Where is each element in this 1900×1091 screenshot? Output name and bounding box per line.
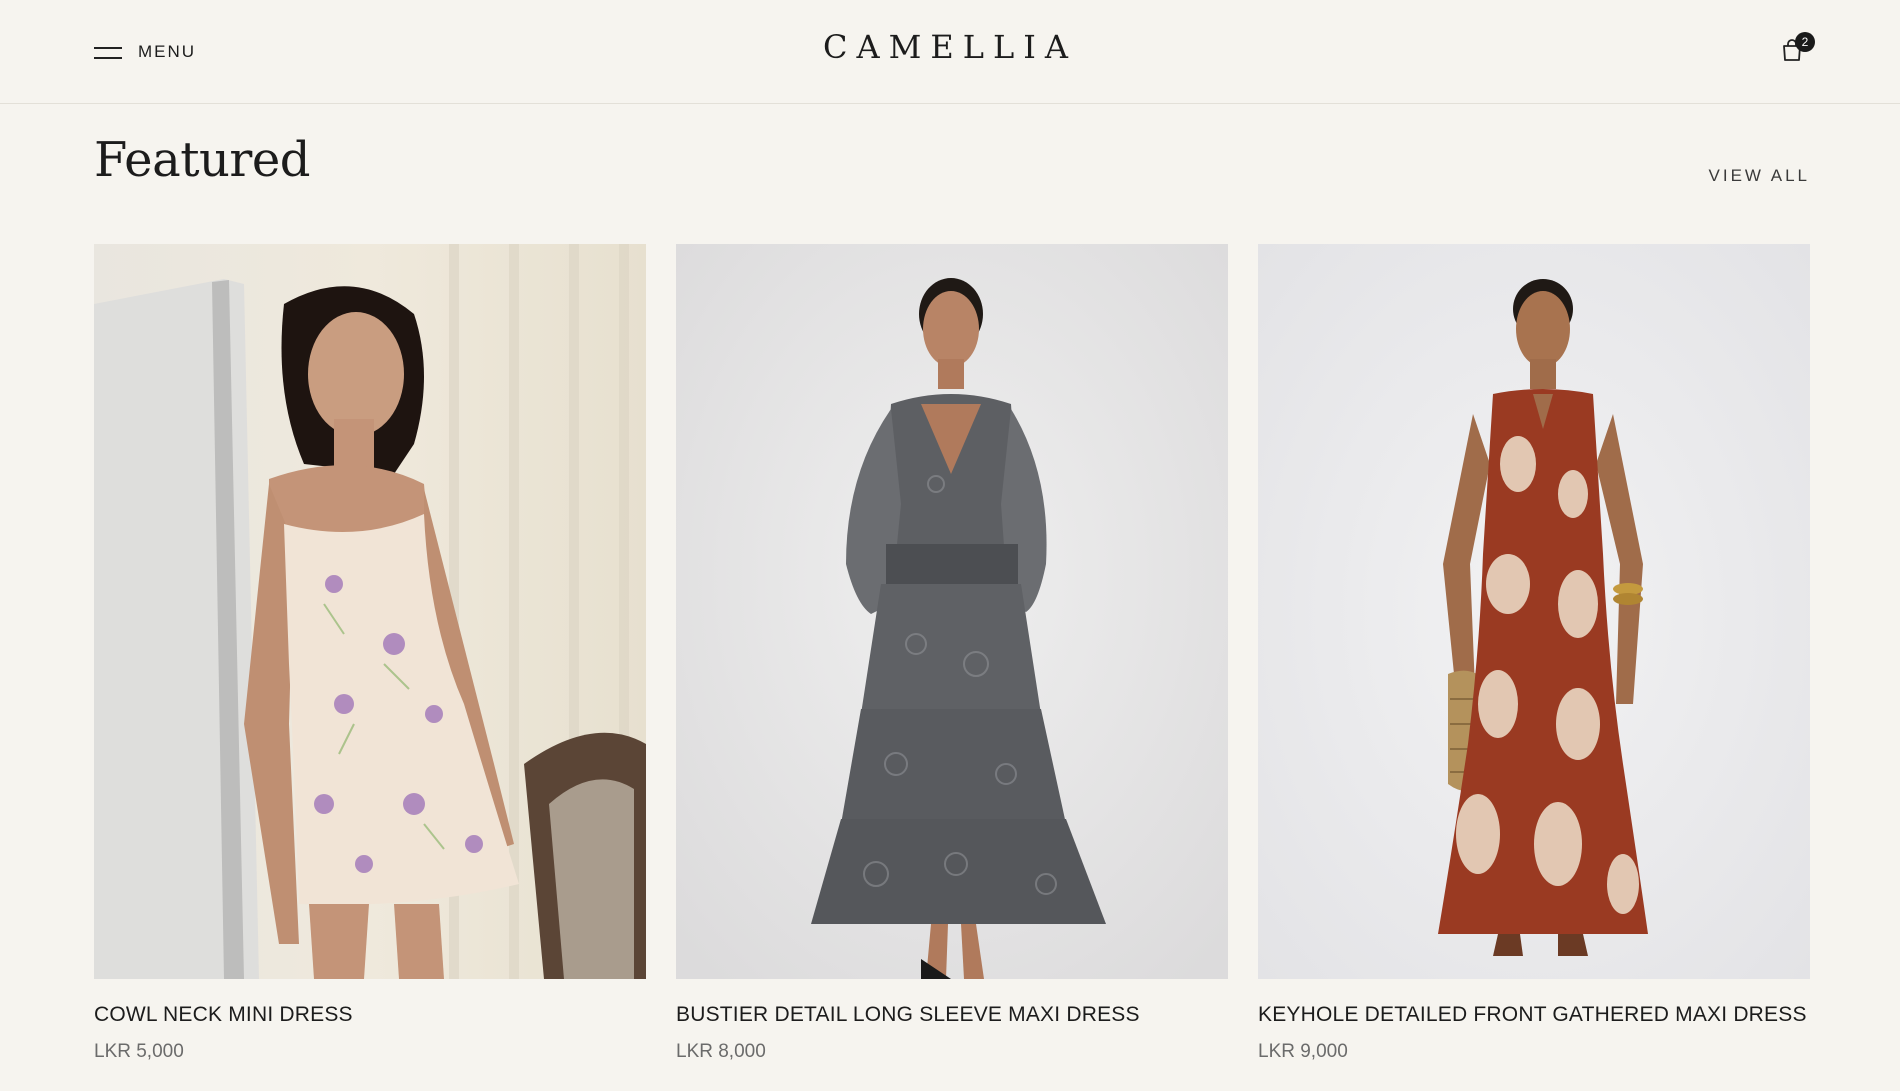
product-card: KEYHOLE DETAILED FRONT GATHERED MAXI DRE… (1258, 244, 1810, 1063)
view-all-link[interactable]: VIEW ALL (1709, 166, 1810, 186)
product-image[interactable] (1258, 244, 1810, 979)
product-price: LKR 8,000 (676, 1041, 766, 1062)
product-price: LKR 9,000 (1258, 1041, 1348, 1062)
site-header: MENU CAMELLIA 2 (0, 0, 1900, 104)
product-name[interactable]: COWL NECK MINI DRESS (94, 1003, 646, 1027)
product-image[interactable] (94, 244, 646, 979)
menu-button[interactable]: MENU (94, 38, 196, 66)
cart-button[interactable]: 2 (1776, 32, 1816, 72)
product-name[interactable]: KEYHOLE DETAILED FRONT GATHERED MAXI DRE… (1258, 1003, 1810, 1027)
section-title: Featured (94, 132, 310, 188)
logo-wrapper: CAMELLIA (0, 28, 1900, 66)
hamburger-icon[interactable] (94, 43, 122, 61)
cart-count-badge: 2 (1795, 32, 1815, 52)
product-image[interactable] (676, 244, 1228, 979)
product-card: BUSTIER DETAIL LONG SLEEVE MAXI DRESS LK… (676, 244, 1228, 1063)
product-card: COWL NECK MINI DRESS LKR 5,000 (94, 244, 646, 1063)
product-name[interactable]: BUSTIER DETAIL LONG SLEEVE MAXI DRESS (676, 1003, 1228, 1027)
menu-label[interactable]: MENU (138, 42, 196, 62)
product-price: LKR 5,000 (94, 1041, 184, 1062)
site-logo[interactable]: CAMELLIA (823, 28, 1077, 66)
